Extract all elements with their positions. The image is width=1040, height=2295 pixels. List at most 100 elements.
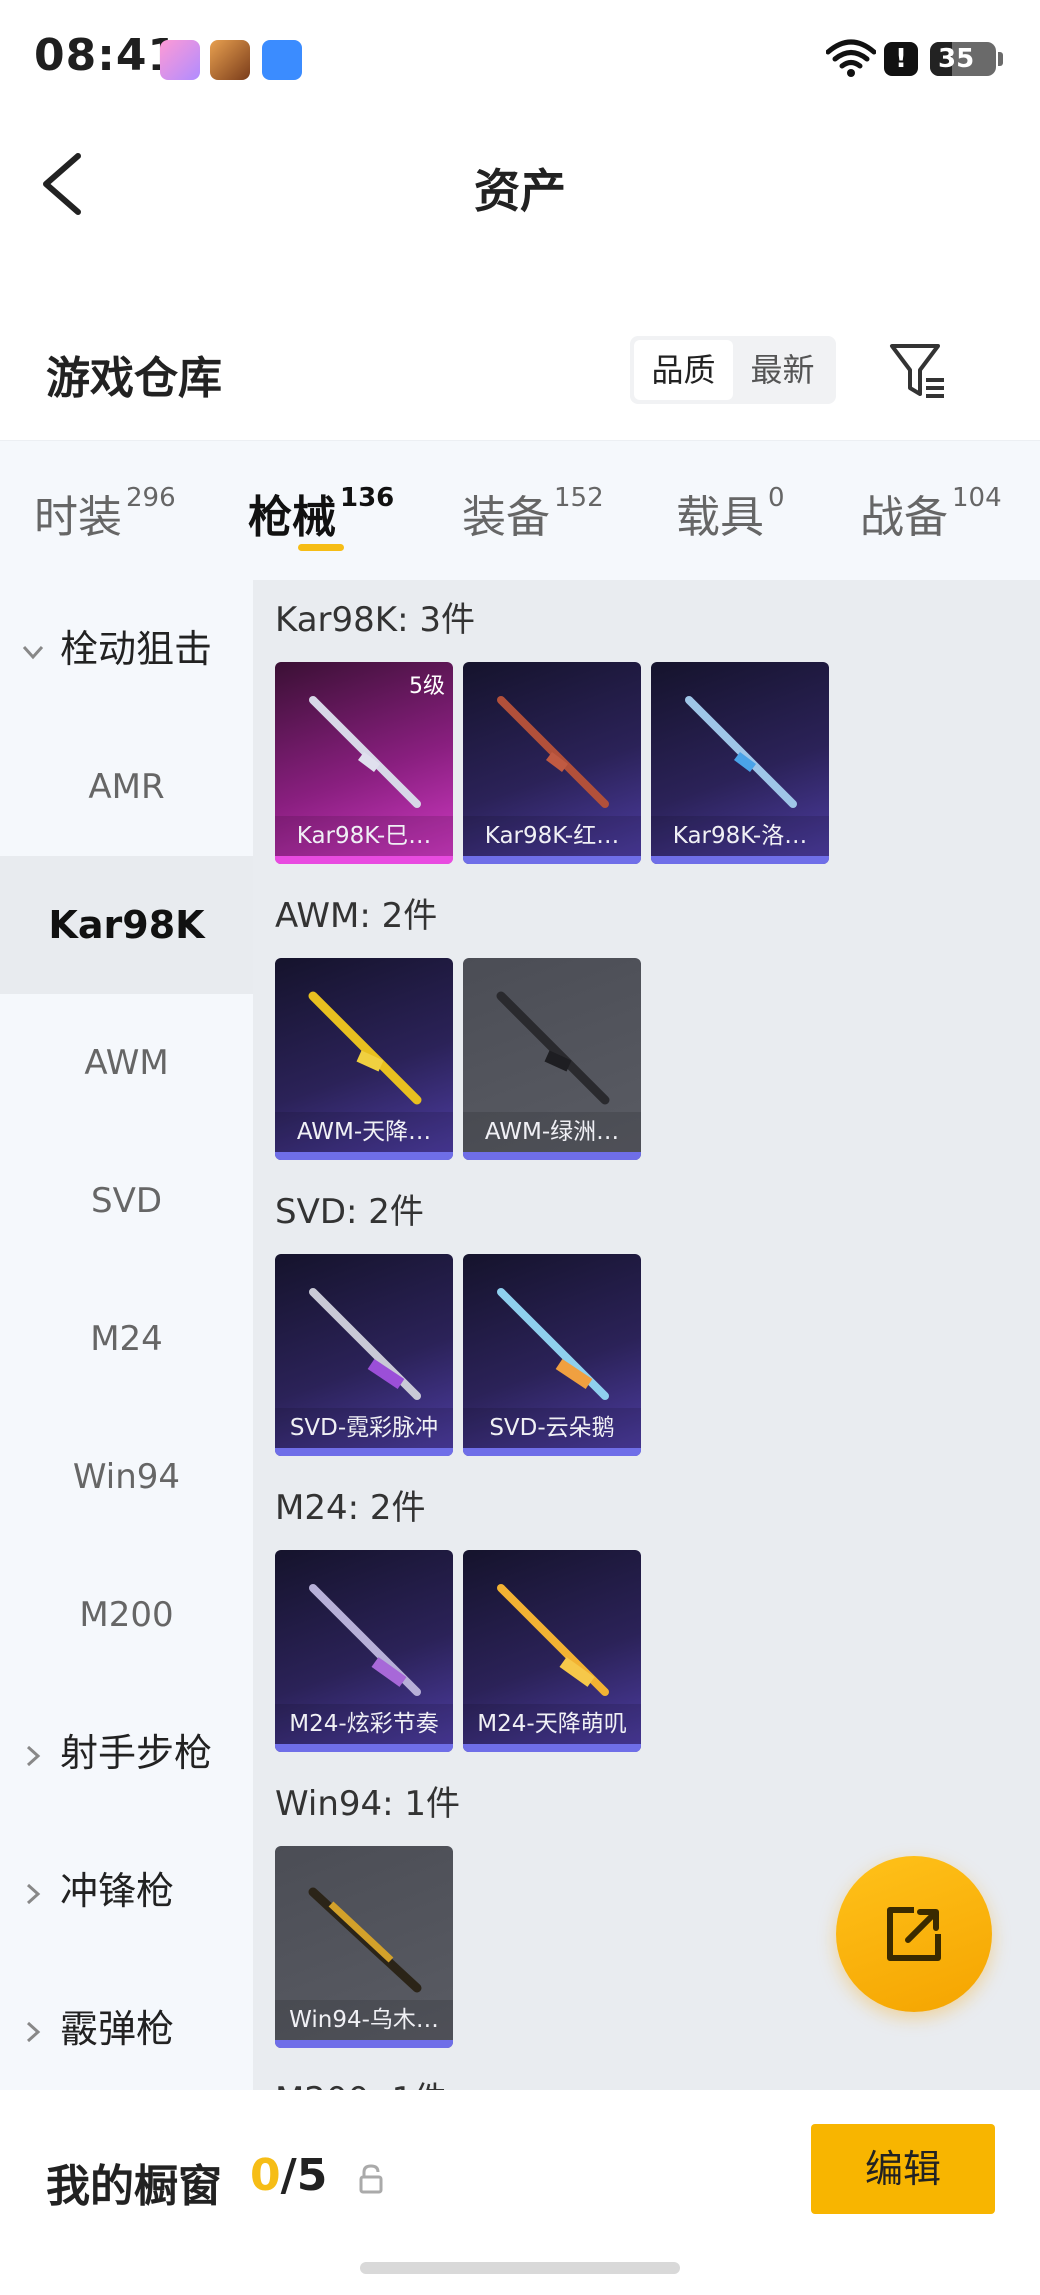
tab-supplies[interactable]: 战备 104 bbox=[860, 481, 1002, 545]
sidebar-item-kar98k[interactable]: Kar98K bbox=[0, 856, 253, 994]
sidebar-item-m200[interactable]: M200 bbox=[0, 1546, 253, 1684]
sidebar-item-win94[interactable]: Win94 bbox=[0, 1408, 253, 1546]
quality-strip bbox=[275, 1448, 453, 1456]
share-icon bbox=[887, 1907, 941, 1961]
quality-strip bbox=[463, 1152, 641, 1160]
group-label: M24: 2件 bbox=[275, 1488, 426, 1528]
rifle-icon bbox=[497, 1584, 609, 1696]
sidebar-group-marksman[interactable]: 射手步枪 bbox=[20, 1684, 212, 1822]
sidebar-group-label: 冲锋枪 bbox=[60, 1869, 175, 1913]
quality-strip bbox=[463, 1448, 641, 1456]
tab-count: 296 bbox=[126, 483, 176, 513]
home-indicator[interactable] bbox=[360, 2262, 680, 2274]
sort-toggle: 品质 最新 bbox=[630, 336, 836, 404]
tab-label: 载具 bbox=[676, 492, 764, 543]
item-name: M24-炫彩节奏 bbox=[275, 1704, 453, 1744]
rifle-icon bbox=[685, 696, 797, 808]
sidebar-item-m24[interactable]: M24 bbox=[0, 1270, 253, 1408]
item-name: AWM-绿洲… bbox=[463, 1112, 641, 1152]
item-name: Kar98K-巳… bbox=[275, 816, 453, 856]
group-label: M200: 1件 bbox=[275, 2072, 447, 2090]
page-title: 资产 bbox=[474, 164, 566, 218]
share-fab[interactable] bbox=[836, 1856, 992, 2012]
rifle-icon bbox=[309, 1288, 421, 1400]
group-label: AWM: 2件 bbox=[275, 896, 438, 936]
sidebar-group-label: 射手步枪 bbox=[60, 1731, 213, 1775]
status-time: 08:41 bbox=[34, 30, 180, 81]
tab-count: 136 bbox=[340, 483, 395, 513]
item-card[interactable]: Kar98K-洛… bbox=[651, 662, 829, 864]
tab-label: 战备 bbox=[860, 492, 948, 543]
tab-count: 0 bbox=[768, 483, 785, 513]
tab-firearms[interactable]: 枪械 136 bbox=[248, 481, 394, 545]
filter-icon[interactable] bbox=[888, 340, 948, 402]
sidebar-group-bolt-sniper[interactable]: 栓动狙击 bbox=[20, 580, 212, 718]
rifle-icon bbox=[496, 991, 610, 1105]
sidebar-group-label: 霰弹枪 bbox=[60, 2007, 175, 2051]
group-label: Win94: 1件 bbox=[275, 1784, 461, 1824]
sidebar-item-svd[interactable]: SVD bbox=[0, 1132, 253, 1270]
rifle-icon bbox=[309, 696, 421, 808]
showcase-current: 0 bbox=[250, 2150, 281, 2201]
chevron-right-icon bbox=[26, 1745, 41, 1766]
sidebar-group-smg[interactable]: 冲锋枪 bbox=[20, 1822, 174, 1960]
tab-label: 装备 bbox=[462, 492, 550, 543]
item-card[interactable]: Win94-乌木… bbox=[275, 1846, 453, 2048]
item-name: Kar98K-洛… bbox=[651, 816, 829, 856]
showcase-total: 5 bbox=[296, 2150, 328, 2201]
showcase-count: 0/5 bbox=[250, 2150, 327, 2201]
item-card[interactable]: M24-炫彩节奏 bbox=[275, 1550, 453, 1752]
quality-strip bbox=[275, 856, 453, 864]
status-bar: 08:41 ! 35 bbox=[0, 0, 1040, 120]
alert-icon: ! bbox=[884, 42, 918, 76]
quality-strip bbox=[275, 1152, 453, 1160]
sort-quality[interactable]: 品质 bbox=[634, 340, 733, 400]
item-card[interactable]: SVD-霓彩脉冲 bbox=[275, 1254, 453, 1456]
sidebar-item-amr[interactable]: AMR bbox=[0, 718, 253, 856]
item-card[interactable]: Kar98K-红… bbox=[463, 662, 641, 864]
chevron-right-icon bbox=[26, 1883, 41, 1904]
category-tabs: 时装 296 枪械 136 装备 152 载具 0 战备 104 bbox=[0, 440, 1040, 580]
rifle-icon bbox=[309, 1584, 421, 1696]
item-card[interactable]: AWM-绿洲… bbox=[463, 958, 641, 1160]
battery-tip bbox=[998, 52, 1003, 66]
edit-button[interactable]: 编辑 bbox=[811, 2124, 995, 2214]
quality-strip bbox=[463, 1744, 641, 1752]
item-name: SVD-云朵鹅 bbox=[463, 1408, 641, 1448]
sidebar-group-label: 栓动狙击 bbox=[60, 627, 213, 671]
item-name: Kar98K-红… bbox=[463, 816, 641, 856]
item-card[interactable]: AWM-天降… bbox=[275, 958, 453, 1160]
tab-equipment[interactable]: 装备 152 bbox=[462, 481, 604, 545]
chevron-down-icon bbox=[22, 645, 44, 659]
chevron-right-icon bbox=[26, 2021, 41, 2042]
tab-label: 时装 bbox=[34, 492, 122, 543]
group-label: SVD: 2件 bbox=[275, 1192, 424, 1232]
rifle-icon bbox=[497, 1288, 609, 1400]
item-name: SVD-霓彩脉冲 bbox=[275, 1408, 453, 1448]
tab-count: 104 bbox=[952, 483, 1002, 513]
sort-latest[interactable]: 最新 bbox=[733, 340, 832, 400]
quality-strip bbox=[275, 1744, 453, 1752]
sidebar-item-awm[interactable]: AWM bbox=[0, 994, 253, 1132]
quality-strip bbox=[275, 2040, 453, 2048]
tab-count: 152 bbox=[554, 483, 604, 513]
group-label: Kar98K: 3件 bbox=[275, 600, 475, 640]
sidebar-group-shotgun[interactable]: 霰弹枪 bbox=[20, 1960, 174, 2090]
battery-level: 35 bbox=[938, 44, 975, 74]
notification-app-icon bbox=[160, 40, 200, 80]
showcase-separator: / bbox=[280, 2150, 297, 2201]
item-name: M24-天降萌叽 bbox=[463, 1704, 641, 1744]
lock-icon bbox=[359, 2164, 383, 2194]
rifle-icon bbox=[308, 1887, 422, 1993]
tab-fashion[interactable]: 时装 296 bbox=[34, 481, 176, 545]
tab-vehicles[interactable]: 载具 0 bbox=[676, 481, 785, 545]
item-card[interactable]: M24-天降萌叽 bbox=[463, 1550, 641, 1752]
section-title: 游戏仓库 bbox=[46, 353, 222, 404]
item-name: Win94-乌木… bbox=[275, 2000, 453, 2040]
wifi-icon bbox=[826, 39, 876, 77]
game-app-icon bbox=[210, 40, 250, 80]
item-name: AWM-天降… bbox=[275, 1112, 453, 1152]
item-card[interactable]: SVD-云朵鹅 bbox=[463, 1254, 641, 1456]
item-card[interactable]: 5级 Kar98K-巳… bbox=[275, 662, 453, 864]
showcase-label: 我的橱窗 bbox=[46, 2161, 222, 2212]
